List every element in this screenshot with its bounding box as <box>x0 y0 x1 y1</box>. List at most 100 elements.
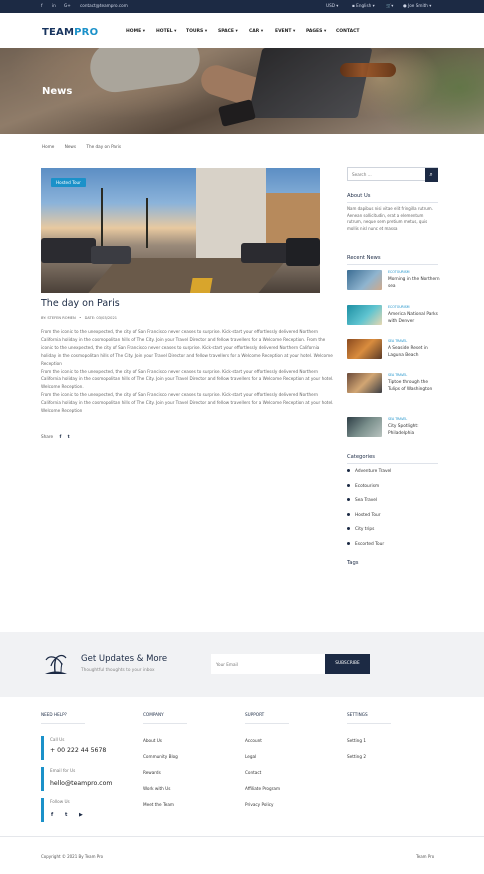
newsletter-section: Get Updates & More Thoughtful thoughts t… <box>0 632 484 697</box>
facebook-icon[interactable]: f <box>41 3 42 8</box>
article-author: BY: STEFEN ROMEN <box>41 316 76 320</box>
cart-icon[interactable]: 🛒▾ <box>386 3 393 9</box>
article-image: Hosted Tour <box>41 168 320 293</box>
nav-pages[interactable]: PAGES ▾ <box>306 29 326 34</box>
google-plus-icon[interactable]: G+ <box>64 3 71 8</box>
news-category[interactable]: SEA TRAVEL <box>388 373 407 377</box>
youtube-icon[interactable]: ▶ <box>79 812 83 818</box>
nav-hotel[interactable]: HOTEL ▾ <box>156 29 176 34</box>
logo[interactable]: TEAMPRO <box>42 27 98 38</box>
footer-support-heading: SUPPORT <box>245 712 265 717</box>
facebook-share-icon[interactable]: f <box>59 434 61 439</box>
news-title[interactable]: City Spotlight: Philadelphia <box>388 423 440 438</box>
breadcrumb-home[interactable]: Home <box>42 144 54 149</box>
footer-link[interactable]: Legal <box>245 754 256 759</box>
recent-news-item[interactable]: ECOTOURISM America National Parks with D… <box>347 305 439 335</box>
recent-news-item[interactable]: SEA TRAVEL City Spotlight: Philadelphia <box>347 417 439 447</box>
breadcrumb-news[interactable]: News <box>65 144 76 149</box>
palm-tree-shape <box>101 188 103 248</box>
road-marking-shape <box>189 278 213 293</box>
currency-select[interactable]: USD ▾ <box>326 3 338 8</box>
article-tag[interactable]: Hosted Tour <box>51 178 86 187</box>
user-menu[interactable]: ● Joe Smith ▾ <box>403 3 431 8</box>
divider <box>347 264 438 265</box>
footer-link[interactable]: Account <box>245 738 262 743</box>
newsletter-email-input[interactable] <box>211 654 325 674</box>
hero-banner: News <box>0 48 484 134</box>
news-category[interactable]: SEA TRAVEL <box>388 339 407 343</box>
article-paragraph: From the iconic to the unexpected, the c… <box>41 392 334 414</box>
category-item[interactable]: Sea Travel <box>347 498 377 503</box>
footer-link[interactable]: Work with Us <box>143 786 170 791</box>
footer-email[interactable]: hello@teampro.com <box>50 780 112 787</box>
palm-tree-shape <box>146 198 148 248</box>
nav-car[interactable]: CAR ▾ <box>249 29 263 34</box>
article-paragraph: From the iconic to the unexpected, the c… <box>41 329 333 366</box>
car-shape <box>91 246 131 264</box>
email-label: Email for Us <box>50 768 76 773</box>
news-title[interactable]: Morning in the Northern sea <box>388 276 440 291</box>
category-item[interactable]: Escorted Tour <box>347 542 384 547</box>
news-thumbnail <box>347 305 382 325</box>
news-category[interactable]: SEA TRAVEL <box>388 417 407 421</box>
nav-event[interactable]: EVENT ▾ <box>275 29 295 34</box>
share-row: Share f t <box>41 434 70 439</box>
category-item[interactable]: City trips <box>347 527 374 532</box>
footer-brand: Team Pro <box>416 854 435 859</box>
divider <box>41 723 85 724</box>
category-item[interactable]: Adventure Travel <box>347 469 391 474</box>
car-shape <box>286 238 320 266</box>
divider <box>143 723 187 724</box>
call-label: Call Us <box>50 737 65 742</box>
subscribe-button[interactable]: SUBSCRIBE <box>325 654 370 674</box>
share-label: Share <box>41 434 54 439</box>
news-category[interactable]: ECOTOURISM <box>388 305 409 309</box>
email-link[interactable]: contact@teampro.com <box>80 3 128 8</box>
news-category[interactable]: ECOTOURISM <box>388 270 409 274</box>
car-shape <box>41 238 96 263</box>
article-date: DATE: 03/03/2021 <box>84 316 118 320</box>
top-bar: f in G+ contact@teampro.com USD ▾ ▪ Engl… <box>0 0 484 13</box>
category-item[interactable]: Ecotourism <box>347 484 379 489</box>
footer-link[interactable]: Meet the Team <box>143 802 174 807</box>
footer-link[interactable]: Community Blog <box>143 754 178 759</box>
search-button[interactable]: ⌕ <box>424 167 438 182</box>
recent-news-item[interactable]: SEA TRAVEL Tiptoe through the Tulips of … <box>347 373 439 405</box>
news-title[interactable]: A Seaside Reset in Laguna Beach <box>388 345 440 360</box>
linkedin-icon[interactable]: in <box>52 3 56 8</box>
recent-news-item[interactable]: SEA TRAVEL A Seaside Reset in Laguna Bea… <box>347 339 439 369</box>
twitter-icon[interactable]: t <box>65 812 67 818</box>
footer-link[interactable]: Contact <box>245 770 261 775</box>
copyright: Copyright © 2021 By Team Pro <box>41 854 104 859</box>
footer-link[interactable]: About Us <box>143 738 162 743</box>
nav-tours[interactable]: TOURS ▾ <box>186 29 207 34</box>
recent-news-item[interactable]: ECOTOURISM Morning in the Northern sea <box>347 270 440 300</box>
nav-contact[interactable]: CONTACT <box>336 29 359 34</box>
categories-title: Categories <box>347 454 375 460</box>
footer-link[interactable]: Affiliate Program <box>245 786 280 791</box>
search-input[interactable] <box>352 170 422 179</box>
accent-bar <box>41 798 44 822</box>
footer-link[interactable]: Rewards <box>143 770 161 775</box>
language-select[interactable]: ▪ English ▾ <box>352 3 375 8</box>
news-title[interactable]: America National Parks with Denver <box>388 311 440 326</box>
car-shape <box>241 243 291 263</box>
nav-space[interactable]: SPACE ▾ <box>218 29 238 34</box>
bullet-icon <box>347 527 350 530</box>
news-title[interactable]: Tiptoe through the Tulips of Washington <box>388 379 440 394</box>
category-item[interactable]: Hosted Tour <box>347 513 381 518</box>
twitter-share-icon[interactable]: t <box>68 434 70 439</box>
footer-link[interactable]: Setting 2 <box>347 754 366 759</box>
newsletter-subtitle: Thoughtful thoughts to your inbox <box>81 668 155 673</box>
page-title: News <box>42 86 73 97</box>
footer-link[interactable]: Privacy Policy <box>245 802 274 807</box>
nav-home[interactable]: HOME ▾ <box>126 29 145 34</box>
phone-number[interactable]: + 00 222 44 5678 <box>50 747 106 754</box>
news-thumbnail <box>347 417 382 437</box>
article-body: From the iconic to the unexpected, the c… <box>41 328 335 415</box>
facebook-icon[interactable]: f <box>51 812 53 818</box>
footer-link[interactable]: Setting 1 <box>347 738 366 743</box>
palm-island-icon <box>45 654 67 674</box>
divider <box>347 463 438 464</box>
main-nav: TEAMPRO HOME ▾ HOTEL ▾ TOURS ▾ SPACE ▾ C… <box>0 13 484 48</box>
